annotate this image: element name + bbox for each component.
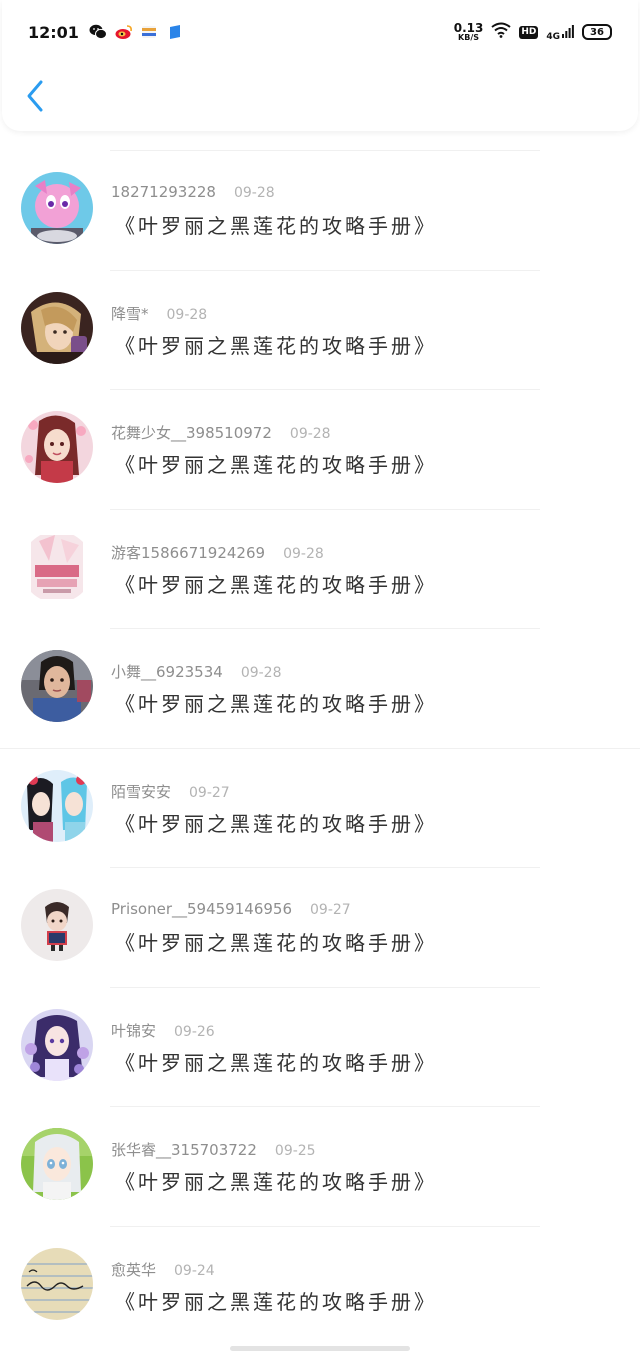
chevron-left-icon xyxy=(27,80,43,112)
net-speed: 0.13 KB/S xyxy=(453,21,484,42)
weibo-icon xyxy=(115,24,132,40)
item-title[interactable]: 《叶罗丽之黑莲花的攻略手册》 xyxy=(115,688,437,717)
avatar[interactable] xyxy=(21,889,93,961)
item-date: 09-25 xyxy=(274,1143,316,1159)
item-meta: 小舞__6923534 09-28 xyxy=(111,661,282,682)
item-title[interactable]: 《叶罗丽之黑莲花的攻略手册》 xyxy=(115,569,437,598)
divider xyxy=(110,986,540,988)
item-title[interactable]: 《叶罗丽之黑莲花的攻略手册》 xyxy=(115,449,437,478)
item-title[interactable]: 《叶罗丽之黑莲花的攻略手册》 xyxy=(115,808,437,837)
avatar[interactable] xyxy=(21,650,93,722)
wechat-icon xyxy=(89,24,107,40)
item-meta: 陌雪安安 09-27 xyxy=(111,781,230,802)
user-name[interactable]: Prisoner__59459146956 xyxy=(111,900,292,918)
divider xyxy=(110,867,540,868)
avatar[interactable] xyxy=(21,1247,93,1320)
item-title[interactable]: 《叶罗丽之黑莲花的攻略手册》 xyxy=(115,210,437,239)
user-name[interactable]: 18271293228 xyxy=(111,183,216,201)
user-name[interactable]: 降雪* xyxy=(111,303,149,324)
list-item[interactable]: 愈英华 09-24 《叶罗丽之黑莲花的攻略手册》 xyxy=(0,1225,640,1346)
divider xyxy=(110,628,540,629)
item-date: 09-28 xyxy=(233,185,275,201)
avatar[interactable] xyxy=(21,1128,93,1200)
user-name[interactable]: 小舞__6923534 xyxy=(111,661,223,682)
avatar[interactable] xyxy=(21,172,93,244)
signal-icon xyxy=(562,23,574,42)
user-name[interactable]: 花舞少女__398510972 xyxy=(111,422,272,443)
user-name[interactable]: 陌雪安安 xyxy=(111,781,171,802)
user-name[interactable]: 叶锦安 xyxy=(111,1020,156,1041)
item-meta: 叶锦安 09-26 xyxy=(111,1020,215,1041)
list-item[interactable]: 花舞少女__398510972 09-28 《叶罗丽之黑莲花的攻略手册》 xyxy=(0,389,640,509)
item-meta: Prisoner__59459146956 09-27 xyxy=(111,900,351,918)
divider xyxy=(110,508,540,510)
item-date: 09-28 xyxy=(166,306,208,323)
wifi-icon xyxy=(491,22,511,42)
item-meta: 花舞少女__398510972 09-28 xyxy=(111,422,331,443)
item-date: 09-27 xyxy=(310,902,351,918)
item-title[interactable]: 《叶罗丽之黑莲花的攻略手册》 xyxy=(115,330,437,359)
item-title[interactable]: 《叶罗丽之黑莲花的攻略手册》 xyxy=(115,1166,437,1195)
status-bar: 12:01 0.13 KB/S HD 4G 36 xyxy=(0,0,640,64)
back-button[interactable] xyxy=(20,78,50,114)
item-date: 09-28 xyxy=(240,665,282,681)
list-item[interactable]: 陌雪安安 09-27 《叶罗丽之黑莲花的攻略手册》 xyxy=(0,747,640,868)
divider xyxy=(110,389,540,390)
avatar[interactable] xyxy=(21,530,93,603)
item-meta: 愈英华 09-24 xyxy=(111,1259,215,1280)
user-name[interactable]: 张华睿__315703722 xyxy=(111,1139,257,1160)
item-date: 09-28 xyxy=(283,545,324,562)
avatar[interactable] xyxy=(21,291,93,364)
item-meta: 张华睿__315703722 09-25 xyxy=(111,1139,316,1160)
list-item[interactable]: 小舞__6923534 09-28 《叶罗丽之黑莲花的攻略手册》 xyxy=(0,628,640,748)
item-meta: 降雪* 09-28 xyxy=(111,303,207,324)
divider xyxy=(110,150,540,151)
divider xyxy=(110,269,540,271)
list-item[interactable]: 张华睿__315703722 09-25 《叶罗丽之黑莲花的攻略手册》 xyxy=(0,1106,640,1226)
network-type: 4G xyxy=(546,31,560,42)
item-date: 09-27 xyxy=(189,784,230,801)
divider xyxy=(110,1106,540,1107)
list-item[interactable]: 18271293228 09-28 《叶罗丽之黑莲花的攻略手册》 xyxy=(0,150,640,270)
list-item[interactable]: Prisoner__59459146956 09-27 《叶罗丽之黑莲花的攻略手… xyxy=(0,867,640,987)
avatar[interactable] xyxy=(21,411,93,483)
battery-icon: 36 xyxy=(582,24,612,40)
user-name[interactable]: 游客1586671924269 xyxy=(111,542,265,563)
comment-list: 18271293228 09-28 《叶罗丽之黑莲花的攻略手册》 降雪* 09-… xyxy=(0,150,640,1345)
item-title[interactable]: 《叶罗丽之黑莲花的攻略手册》 xyxy=(115,927,437,956)
item-date: 09-26 xyxy=(174,1023,215,1040)
divider xyxy=(110,1225,540,1227)
item-meta: 18271293228 09-28 xyxy=(111,183,275,201)
item-title[interactable]: 《叶罗丽之黑莲花的攻略手册》 xyxy=(115,1047,437,1076)
list-item[interactable]: 降雪* 09-28 《叶罗丽之黑莲花的攻略手册》 xyxy=(0,269,640,390)
avatar[interactable] xyxy=(21,1008,93,1081)
item-title[interactable]: 《叶罗丽之黑莲花的攻略手册》 xyxy=(115,1286,437,1315)
avatar[interactable] xyxy=(21,769,93,842)
status-time: 12:01 xyxy=(28,22,79,42)
divider xyxy=(0,747,640,749)
home-indicator[interactable] xyxy=(230,1346,410,1351)
item-date: 09-28 xyxy=(289,426,331,442)
user-name[interactable]: 愈英华 xyxy=(111,1259,156,1280)
hd-badge: HD xyxy=(519,25,539,39)
list-item[interactable]: 叶锦安 09-26 《叶罗丽之黑莲花的攻略手册》 xyxy=(0,986,640,1107)
blue-app-icon xyxy=(167,24,183,40)
list-item[interactable]: 游客1586671924269 09-28 《叶罗丽之黑莲花的攻略手册》 xyxy=(0,508,640,629)
bank-app-icon xyxy=(141,24,157,40)
item-meta: 游客1586671924269 09-28 xyxy=(111,542,324,563)
item-date: 09-24 xyxy=(174,1262,215,1279)
